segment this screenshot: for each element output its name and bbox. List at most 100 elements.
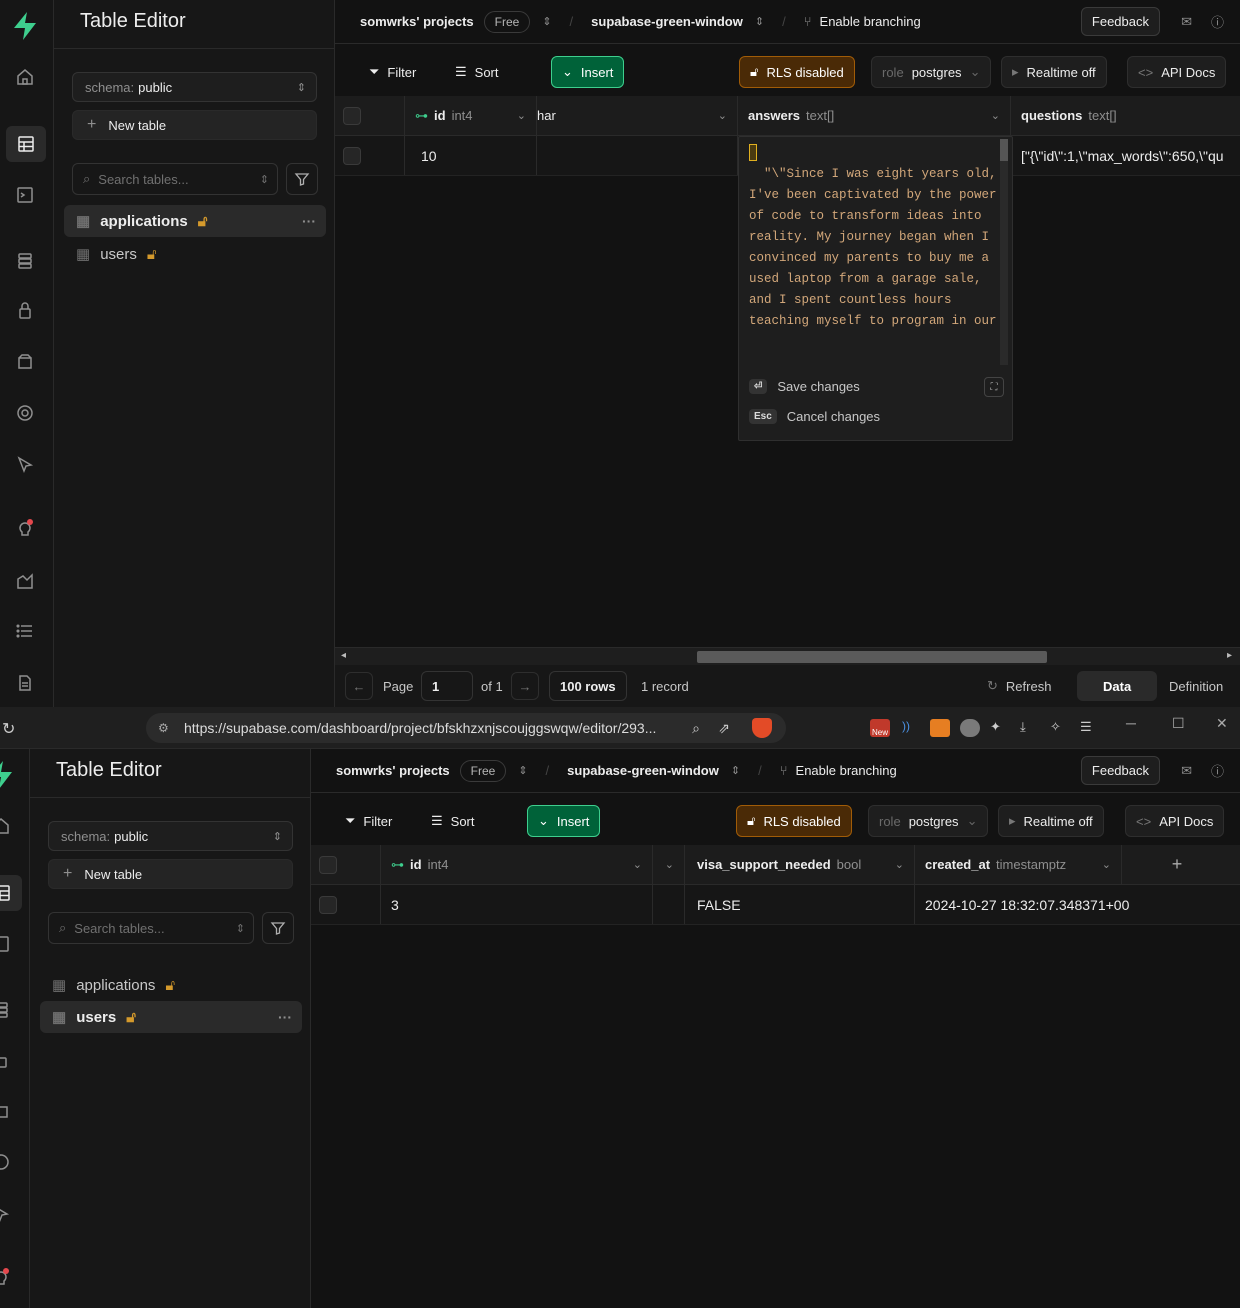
chevron-down-icon[interactable]: ⌄ bbox=[991, 109, 1000, 122]
filter-tables-button[interactable] bbox=[286, 163, 318, 195]
select-all-checkbox[interactable] bbox=[319, 855, 337, 874]
extension-icon[interactable]: New bbox=[870, 719, 890, 737]
table-row[interactable]: 3 FALSE 2024-10-27 18:32:07.348371+00 bbox=[311, 885, 1240, 925]
sidebar-item-applications[interactable]: ▦ applications 🔓︎ bbox=[40, 969, 302, 1001]
new-table-button[interactable]: + New table bbox=[48, 859, 293, 889]
ai-icon[interactable]: ✧ bbox=[1050, 719, 1070, 737]
scrollbar-thumb[interactable] bbox=[697, 651, 1047, 663]
logs-icon[interactable] bbox=[14, 620, 36, 642]
zoom-icon[interactable]: ⌕ bbox=[692, 720, 700, 737]
cell-created-at[interactable]: 2024-10-27 18:32:07.348371+00 bbox=[915, 885, 1232, 924]
editor-textarea[interactable]: "\"Since I was eight years old, I've bee… bbox=[749, 143, 999, 365]
filter-button[interactable]: ⏷ Filter bbox=[359, 56, 426, 88]
project-breadcrumb[interactable]: supabase-green-window bbox=[567, 763, 719, 778]
sort-button[interactable]: ☰ Sort bbox=[445, 56, 509, 88]
menu-icon[interactable]: ☰ bbox=[1080, 719, 1100, 737]
schema-selector[interactable]: schema: public ⇕ bbox=[48, 821, 293, 851]
chevron-down-icon[interactable]: ⌄ bbox=[895, 858, 904, 871]
chevron-up-down-icon[interactable]: ⇕ bbox=[731, 764, 740, 777]
search-tables-input[interactable]: ⌕ Search tables... ⇕ bbox=[72, 163, 278, 195]
sql-editor-icon[interactable] bbox=[0, 933, 12, 955]
auth-icon[interactable] bbox=[0, 1049, 12, 1071]
rls-disabled-button[interactable]: 🔓︎ RLS disabled bbox=[739, 56, 855, 88]
realtime-button[interactable]: ▸ Realtime off bbox=[1001, 56, 1107, 88]
org-breadcrumb[interactable]: somwrks' projects bbox=[360, 14, 474, 29]
extensions-puzzle-icon[interactable]: ✦ bbox=[990, 719, 1010, 737]
cell-text-editor[interactable]: "\"Since I was eight years old, I've bee… bbox=[738, 136, 1013, 441]
cell-visa-support-needed[interactable]: FALSE bbox=[685, 885, 915, 924]
database-icon[interactable] bbox=[14, 250, 36, 272]
column-header-id[interactable]: ⊶ id int4 ⌄ bbox=[381, 845, 653, 884]
expand-icon[interactable]: ⛶ bbox=[984, 377, 1004, 397]
editor-scrollbar[interactable] bbox=[1000, 139, 1008, 365]
scroll-left-icon[interactable]: ◂ bbox=[341, 650, 346, 661]
more-options-icon[interactable]: ··· bbox=[302, 213, 316, 229]
feedback-button[interactable]: Feedback bbox=[1080, 756, 1160, 785]
api-docs-button[interactable]: <> API Docs bbox=[1125, 805, 1225, 837]
chevron-down-icon[interactable]: ⌄ bbox=[718, 109, 727, 122]
add-column-button[interactable]: + bbox=[1122, 845, 1232, 884]
database-icon[interactable] bbox=[0, 999, 12, 1021]
realtime-button[interactable]: ▸ Realtime off bbox=[998, 805, 1104, 837]
extension-icon[interactable] bbox=[930, 719, 950, 737]
chevron-down-icon[interactable]: ⌄ bbox=[517, 109, 526, 122]
supabase-logo[interactable] bbox=[0, 759, 16, 791]
role-selector[interactable]: role postgres ⌄ bbox=[868, 805, 989, 837]
auth-icon[interactable] bbox=[14, 300, 36, 322]
advisors-icon[interactable] bbox=[14, 517, 36, 539]
advisors-icon[interactable] bbox=[0, 1266, 12, 1288]
home-icon[interactable] bbox=[0, 815, 12, 837]
chevron-down-icon[interactable]: ⌄ bbox=[633, 858, 642, 871]
audio-extension-icon[interactable]: )) bbox=[902, 719, 916, 737]
horizontal-scrollbar[interactable]: ◂ ▸ bbox=[335, 647, 1240, 665]
sql-editor-icon[interactable] bbox=[14, 184, 36, 206]
site-settings-icon[interactable]: ⚙ bbox=[158, 721, 169, 735]
brave-shield-icon[interactable] bbox=[752, 718, 772, 738]
edge-functions-icon[interactable] bbox=[0, 1202, 12, 1224]
scrollbar-thumb[interactable] bbox=[1000, 139, 1008, 161]
cell-id[interactable]: 3 bbox=[381, 885, 653, 924]
realtime-icon[interactable] bbox=[14, 402, 36, 424]
row-checkbox[interactable] bbox=[343, 146, 361, 165]
select-all-checkbox[interactable] bbox=[343, 106, 361, 125]
reload-icon[interactable]: ↻ bbox=[2, 719, 15, 739]
column-header-collapsed[interactable]: ⌄ bbox=[653, 845, 685, 884]
cell-collapsed[interactable] bbox=[653, 885, 685, 924]
home-icon[interactable] bbox=[14, 66, 36, 88]
chevron-down-icon[interactable]: ⌄ bbox=[1102, 858, 1111, 871]
column-header-char[interactable]: har ⌄ bbox=[537, 96, 738, 135]
feedback-button[interactable]: Feedback bbox=[1080, 7, 1160, 36]
enable-branching-button[interactable]: ⑂ Enable branching bbox=[804, 14, 921, 29]
chevron-up-down-icon[interactable]: ⇕ bbox=[518, 764, 527, 777]
row-checkbox[interactable] bbox=[319, 895, 337, 914]
prev-page-button[interactable]: ← bbox=[345, 672, 373, 700]
cancel-changes-button[interactable]: Esc Cancel changes bbox=[749, 409, 880, 424]
api-docs-icon[interactable] bbox=[14, 672, 36, 694]
inbox-icon[interactable]: ✉ bbox=[1181, 763, 1192, 779]
cell-questions[interactable]: ["{\"id\":1,\"max_words\":650,\"qu bbox=[1011, 136, 1240, 175]
help-icon[interactable]: ⓘ bbox=[1211, 12, 1224, 31]
sidebar-item-users[interactable]: ▦ users 🔓︎ ··· bbox=[40, 1001, 302, 1033]
close-icon[interactable]: ✕ bbox=[1216, 715, 1228, 732]
share-icon[interactable]: ⇗ bbox=[718, 720, 730, 737]
maximize-icon[interactable]: ☐ bbox=[1172, 715, 1185, 732]
rows-per-page-button[interactable]: 100 rows bbox=[549, 671, 627, 701]
sort-button[interactable]: ☰ Sort bbox=[421, 805, 485, 837]
column-header-created-at[interactable]: created_at timestamptz ⌄ bbox=[915, 845, 1122, 884]
edge-functions-icon[interactable] bbox=[14, 453, 36, 475]
save-changes-button[interactable]: ⏎ Save changes bbox=[749, 379, 860, 394]
scroll-right-icon[interactable]: ▸ bbox=[1227, 650, 1232, 661]
cell-char[interactable] bbox=[537, 136, 738, 175]
project-breadcrumb[interactable]: supabase-green-window bbox=[591, 14, 743, 29]
tab-data[interactable]: Data bbox=[1077, 671, 1158, 701]
reports-icon[interactable] bbox=[14, 570, 36, 592]
address-bar[interactable]: ⚙ https://supabase.com/dashboard/project… bbox=[146, 713, 786, 743]
schema-selector[interactable]: schema: public ⇕ bbox=[72, 72, 317, 102]
refresh-button[interactable]: ↻ Refresh bbox=[975, 671, 1063, 701]
enable-branching-button[interactable]: ⑂ Enable branching bbox=[780, 763, 897, 778]
table-editor-icon[interactable] bbox=[0, 875, 22, 911]
column-header-id[interactable]: ⊶ id int4 ⌄ bbox=[405, 96, 537, 135]
extension-icon[interactable] bbox=[960, 719, 980, 737]
chevron-down-icon[interactable]: ⌄ bbox=[665, 858, 674, 871]
supabase-logo[interactable] bbox=[10, 10, 40, 42]
